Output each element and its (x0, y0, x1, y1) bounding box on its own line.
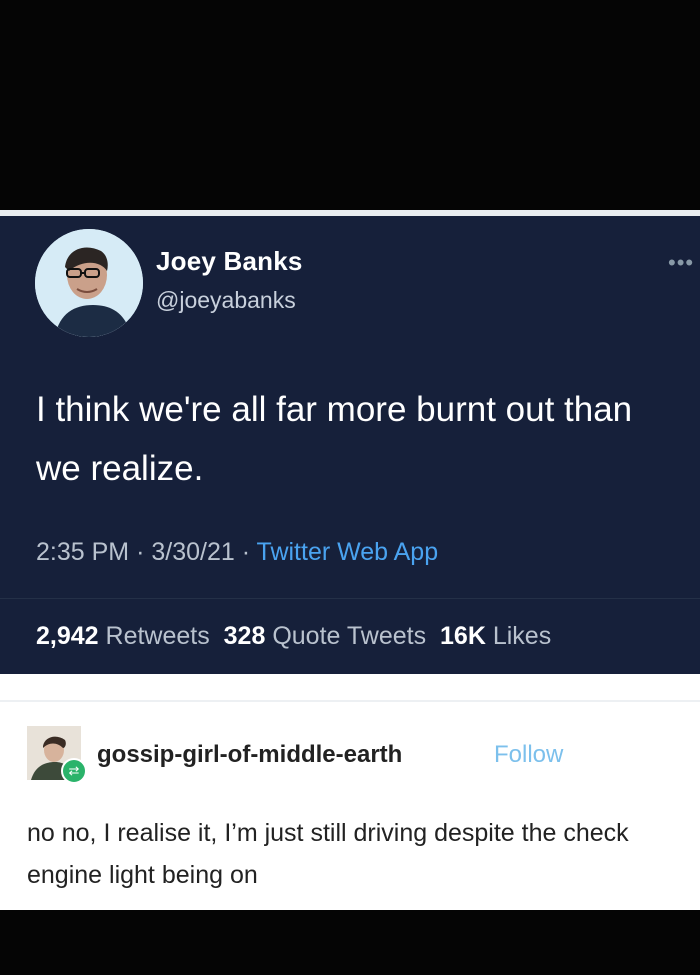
tweet-stats: 2,942 Retweets 328 Quote Tweets 16K Like… (36, 622, 551, 651)
reblog-icon: ⇄ (61, 758, 87, 784)
retweets-count: 2,942 (36, 622, 99, 650)
tweet-metadata: 2:35 PM · 3/30/21 · Twitter Web App (36, 538, 438, 567)
avatar-image (35, 229, 143, 337)
meta-separator: · (136, 538, 152, 566)
avatar[interactable] (35, 229, 143, 337)
reply-text: no no, I realise it, I’m just still driv… (27, 819, 629, 889)
display-name[interactable]: Joey Banks (156, 246, 303, 277)
reply-username[interactable]: gossip-girl-of-middle-earth (97, 741, 402, 769)
tweet-source[interactable]: Twitter Web App (257, 538, 439, 566)
stats-divider (0, 598, 700, 599)
user-handle[interactable]: @joeyabanks (156, 287, 296, 314)
quote-tweets-stat[interactable]: 328 Quote Tweets (224, 622, 426, 650)
retweets-stat[interactable]: 2,942 Retweets (36, 622, 210, 650)
more-options-icon[interactable]: ••• (668, 250, 694, 276)
tweet-time[interactable]: 2:35 PM (36, 538, 129, 566)
meta-separator: · (241, 538, 257, 566)
likes-label: Likes (492, 622, 552, 650)
follow-button[interactable]: Follow (494, 741, 563, 769)
likes-count: 16K (440, 622, 486, 650)
reply-divider (0, 700, 700, 702)
tweet-text: I think we're all far more burnt out tha… (36, 390, 633, 488)
bottom-black-bar (0, 910, 700, 975)
quote-tweets-label: Quote Tweets (272, 622, 427, 650)
likes-stat[interactable]: 16K Likes (440, 622, 551, 650)
quote-tweets-count: 328 (223, 622, 266, 650)
top-black-bar (0, 0, 700, 212)
tweet-date[interactable]: 3/30/21 (151, 538, 234, 566)
retweets-label: Retweets (105, 622, 210, 650)
